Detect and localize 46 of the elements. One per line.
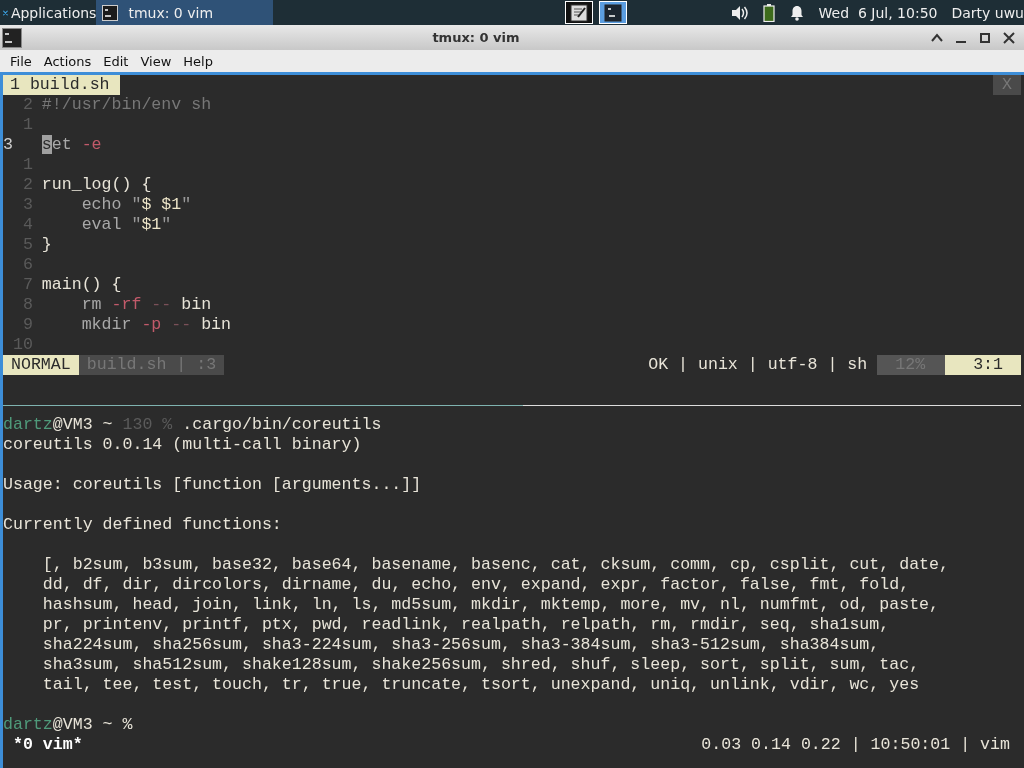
terminal-line: dd, df, dir, dircolors, dirname, du, echo, env, expand, expr, factor, false, fmt, fold, — [41, 575, 910, 595]
terminal-line: Currently defined functions: — [3, 515, 282, 535]
maximize-button[interactable] — [978, 30, 992, 45]
buffer-tab[interactable]: 1 build.sh — [3, 75, 120, 95]
code-line: set -e — [41, 135, 102, 155]
volume-icon[interactable] — [730, 4, 749, 21]
applications-menu[interactable]: Applications — [10, 4, 97, 21]
line-number: 3 — [3, 135, 14, 155]
cursor-position: 3:1 — [945, 355, 1021, 375]
terminal-icon — [102, 4, 119, 21]
workspace-button[interactable] — [564, 1, 593, 24]
terminal-line: coreutils 0.0.14 (multi-call binary) — [3, 435, 362, 455]
terminal-line: sha224sum, sha256sum, sha3-224sum, sha3-256sum, sha3-384sum, sha3-512sum, sha384sum, — [41, 635, 880, 655]
code-line: rm -rf -- bin — [80, 295, 212, 315]
code-line: } — [41, 235, 52, 255]
code-line: #!/usr/bin/env sh — [41, 95, 212, 115]
terminal-line: tail, tee, test, touch, tr, true, truncate, tsort, unexpand, uniq, unlink, vdir, wc, yes — [41, 675, 920, 695]
notification-bell-icon[interactable] — [788, 4, 805, 21]
mode-indicator: NORMAL — [3, 355, 79, 375]
code-line: eval "$1" — [80, 215, 172, 235]
terminal-line: dartz@VM3 ~ % — [3, 715, 133, 735]
tmux-window-label[interactable]: *0 vim* — [3, 735, 83, 755]
task-button[interactable]: tmux: 0 vim — [96, 0, 273, 25]
code-line: mkdir -p -- bin — [80, 315, 232, 335]
code-line: run_log() { — [41, 175, 152, 195]
terminal-line: hashsum, head, join, link, ln, ls, md5sum, mkdir, mktemp, more, mv, nl, numfmt, od, paste, — [41, 595, 940, 615]
code-line: main() { — [41, 275, 122, 295]
user-name[interactable]: Darty uwu — [951, 4, 1024, 21]
menu-item[interactable]: Actions — [37, 53, 98, 69]
code-line: echo "$ $1" — [80, 195, 192, 215]
battery-icon[interactable] — [762, 3, 775, 22]
terminal-line: [, b2sum, b3sum, base32, base64, basename, basenc, cat, cksum, comm, cp, csplit, cut, date, — [41, 555, 949, 575]
menu-item[interactable]: Help — [177, 53, 219, 69]
terminal-line: pr, printenv, printf, ptx, pwd, readlink, realpath, relpath, rm, rmdir, seq, sha1sum, — [41, 615, 890, 635]
menu-item[interactable]: Edit — [97, 53, 135, 69]
clock[interactable]: Wed 6 Jul, 10:50 — [818, 4, 938, 21]
file-format-info: OK | unix | utf-8 | sh — [648, 355, 869, 375]
terminal-icon — [2, 27, 22, 48]
window-title: tmux: 0 vim — [431, 30, 521, 45]
menu-item[interactable]: View — [134, 53, 178, 69]
tmux-status-info: 0.03 0.14 0.22 | 10:50:01 | vim — [701, 735, 1011, 755]
workspace-button[interactable] — [598, 1, 627, 24]
terminal-line: sha3sum, sha512sum, shake128sum, shake256sum, shred, shuf, sleep, sort, split, sum, tac, — [41, 655, 920, 675]
terminal-line: Usage: coreutils [function [arguments...]] — [3, 475, 422, 495]
menu-item[interactable]: File — [4, 53, 38, 69]
close-button[interactable] — [1002, 30, 1016, 45]
